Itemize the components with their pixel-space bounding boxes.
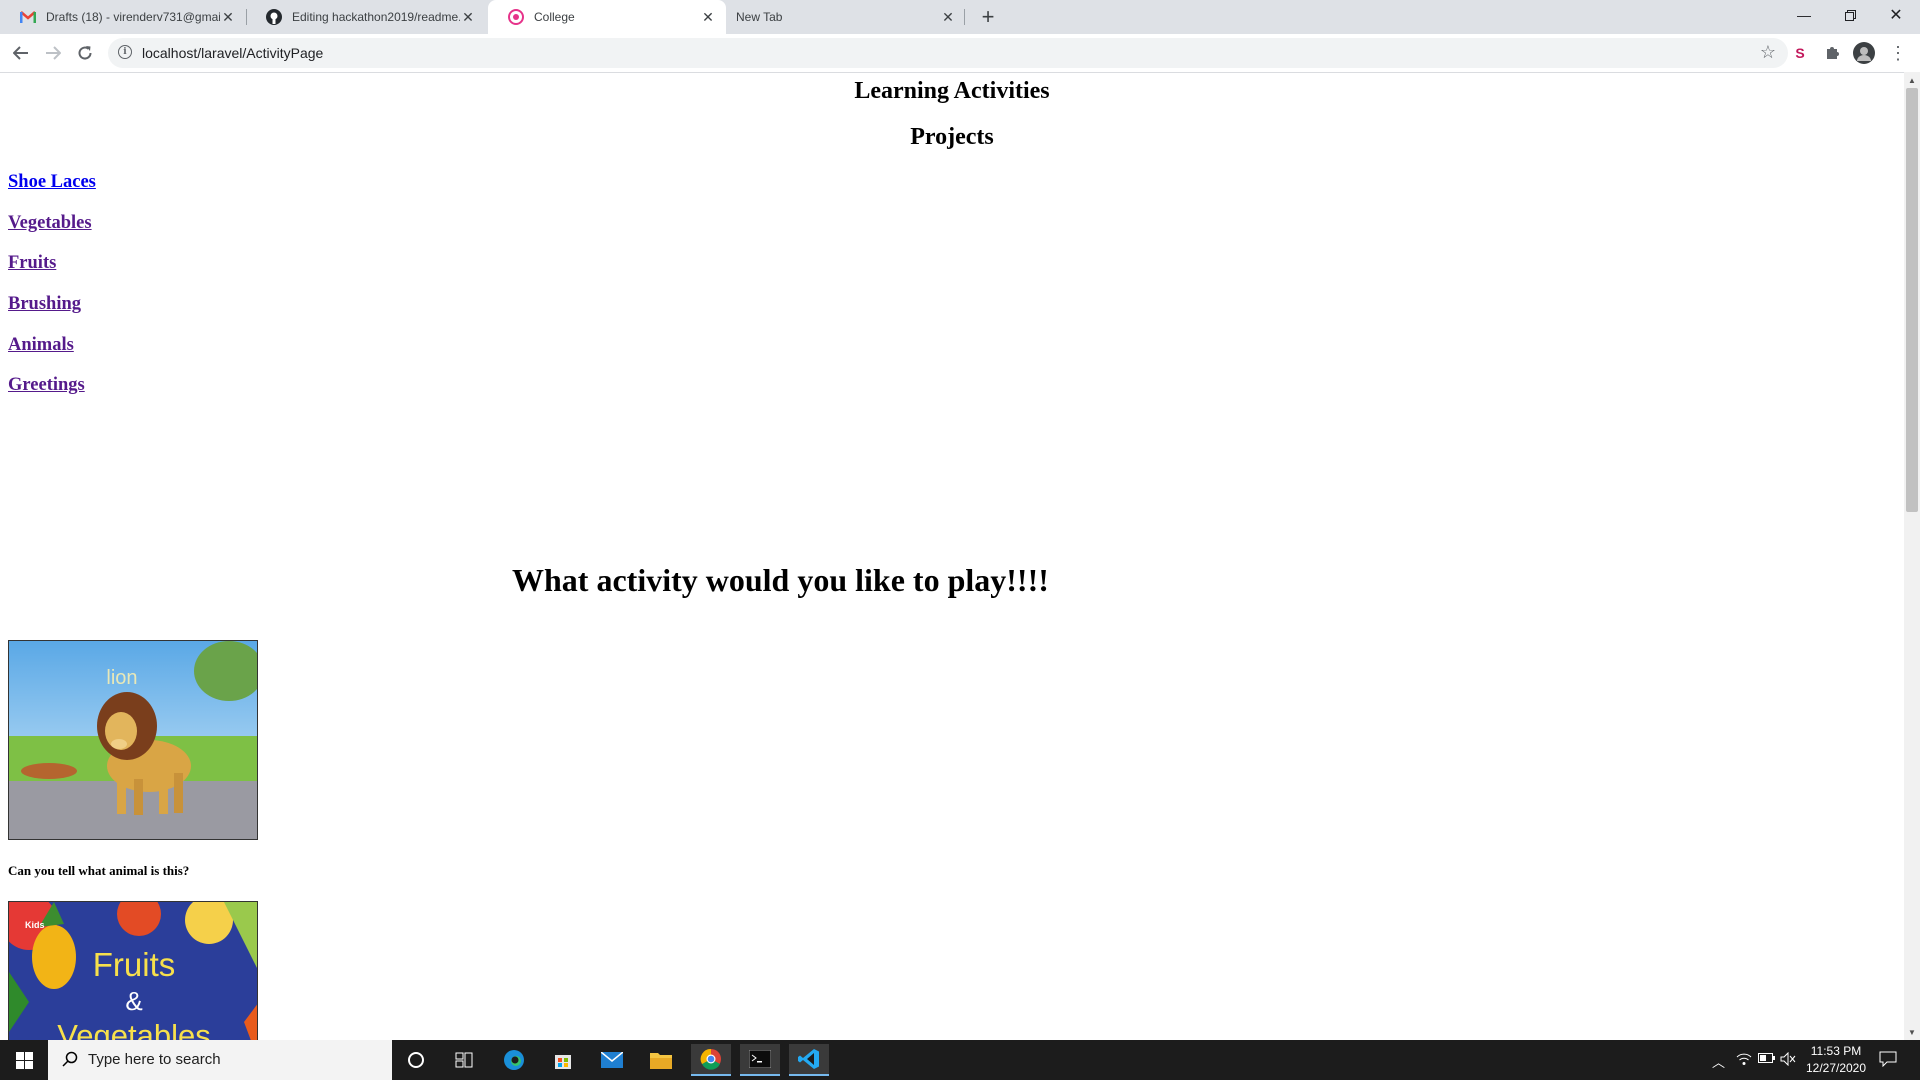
- college-icon: [508, 9, 524, 25]
- tab-title: Drafts (18) - virenderv731@gmail.com: [46, 10, 220, 24]
- windows-taskbar: Type here to search ︿ 11:53 PM 12/27/202…: [0, 1040, 1920, 1080]
- mail-icon[interactable]: [592, 1044, 632, 1076]
- github-icon: [266, 9, 282, 25]
- new-tab-button[interactable]: +: [976, 4, 1000, 29]
- tab-github[interactable]: Editing hackathon2019/readme.md ✕: [246, 0, 486, 34]
- chrome-taskbar-icon[interactable]: [691, 1044, 731, 1076]
- vscode-icon[interactable]: [789, 1044, 829, 1076]
- page-viewport: Learning Activities Projects Shoe Laces …: [0, 72, 1904, 1040]
- scrollbar-thumb[interactable]: [1906, 88, 1918, 512]
- bookmark-star-icon[interactable]: ☆: [1760, 42, 1776, 63]
- lion-overlay-text: lion: [106, 667, 137, 689]
- tab-title: College: [534, 10, 575, 24]
- nav-link-vegetables[interactable]: Vegetables: [8, 213, 92, 234]
- nav-link-shoe-laces[interactable]: Shoe Laces: [8, 172, 96, 193]
- site-info-icon[interactable]: i: [118, 45, 132, 59]
- restore-button[interactable]: [1827, 0, 1873, 30]
- page-title: Learning Activities: [854, 78, 1050, 104]
- microsoft-store-icon[interactable]: [543, 1044, 583, 1076]
- nav-link-fruits[interactable]: Fruits: [8, 253, 56, 274]
- forward-button[interactable]: [41, 41, 65, 65]
- restore-icon: [1844, 9, 1856, 21]
- ampersand-overlay-text: &: [125, 986, 142, 1016]
- system-clock[interactable]: 11:53 PM 12/27/2020: [1796, 1043, 1876, 1077]
- forward-arrow-icon: [46, 46, 61, 60]
- close-window-button[interactable]: ✕: [1873, 0, 1919, 30]
- page-subtitle: Projects: [910, 124, 994, 150]
- reload-button[interactable]: [73, 41, 97, 65]
- extension-icon[interactable]: S: [1789, 42, 1811, 64]
- show-hidden-icons-chevron[interactable]: ︿: [1712, 1052, 1725, 1071]
- lion-activity-thumbnail[interactable]: lion: [8, 640, 258, 840]
- search-placeholder[interactable]: Type here to search: [88, 1051, 221, 1068]
- menu-kebab-icon[interactable]: ⋮: [1887, 42, 1909, 64]
- browser-toolbar: i localhost/laravel/ActivityPage ☆ S ⋮: [0, 34, 1920, 73]
- close-tab-icon[interactable]: ✕: [700, 9, 716, 25]
- nav-link-animals[interactable]: Animals: [8, 335, 74, 356]
- nav-link-greetings[interactable]: Greetings: [8, 375, 85, 396]
- scroll-up-arrow-icon[interactable]: ▲: [1904, 72, 1920, 88]
- tab-separator: [964, 9, 965, 25]
- close-tab-icon[interactable]: ✕: [940, 9, 956, 25]
- activity-prompt-heading: What activity would you like to play!!!!: [512, 562, 1049, 598]
- network-wifi-icon[interactable]: [1736, 1052, 1752, 1069]
- edge-browser-icon[interactable]: [494, 1044, 534, 1076]
- task-view-icon[interactable]: [444, 1044, 484, 1076]
- lion-activity-caption: Can you tell what animal is this?: [8, 863, 190, 878]
- close-tab-icon[interactable]: ✕: [460, 9, 476, 25]
- minimize-button[interactable]: —: [1781, 0, 1827, 30]
- taskbar-search[interactable]: Type here to search: [48, 1040, 392, 1080]
- tab-strip: Drafts (18) - virenderv731@gmail.com ✕ E…: [0, 0, 1920, 34]
- puzzle-icon[interactable]: [1821, 42, 1843, 64]
- volume-muted-icon[interactable]: [1780, 1051, 1796, 1069]
- profile-avatar-icon[interactable]: [1853, 42, 1875, 64]
- kids-badge-text: Kids: [25, 920, 45, 930]
- clock-time: 11:53 PM: [1810, 1044, 1862, 1058]
- fruits-overlay-text: Fruits: [93, 946, 176, 983]
- tab-title: New Tab: [736, 10, 783, 24]
- tab-college[interactable]: College ✕: [488, 0, 726, 34]
- vegetables-overlay-text: Vegetables: [57, 1018, 210, 1040]
- terminal-icon[interactable]: [740, 1044, 780, 1076]
- scroll-down-arrow-icon[interactable]: ▼: [1904, 1024, 1920, 1040]
- close-tab-icon[interactable]: ✕: [220, 9, 236, 25]
- tab-new-tab[interactable]: New Tab ✕: [728, 0, 966, 34]
- back-arrow-icon: [13, 46, 28, 60]
- reload-icon: [78, 46, 92, 60]
- notification-center-icon[interactable]: [1879, 1051, 1897, 1070]
- nav-link-brushing[interactable]: Brushing: [8, 294, 81, 315]
- tab-title: Editing hackathon2019/readme.md: [292, 10, 460, 24]
- clock-date: 12/27/2020: [1805, 1061, 1867, 1075]
- url-text[interactable]: localhost/laravel/ActivityPage: [142, 45, 323, 61]
- cortana-icon[interactable]: [396, 1044, 436, 1076]
- windows-logo-icon: [15, 1051, 33, 1069]
- battery-icon[interactable]: [1758, 1052, 1776, 1067]
- fruits-vegetables-thumbnail[interactable]: Kids Fruits & Vegetables: [8, 901, 258, 1040]
- file-explorer-icon[interactable]: [641, 1044, 681, 1076]
- back-button[interactable]: [9, 41, 33, 65]
- address-bar[interactable]: i localhost/laravel/ActivityPage ☆: [108, 38, 1788, 68]
- search-icon: [62, 1051, 78, 1072]
- tab-gmail[interactable]: Drafts (18) - virenderv731@gmail.com ✕: [0, 0, 246, 34]
- gmail-icon: [20, 9, 36, 25]
- start-button[interactable]: [0, 1040, 48, 1080]
